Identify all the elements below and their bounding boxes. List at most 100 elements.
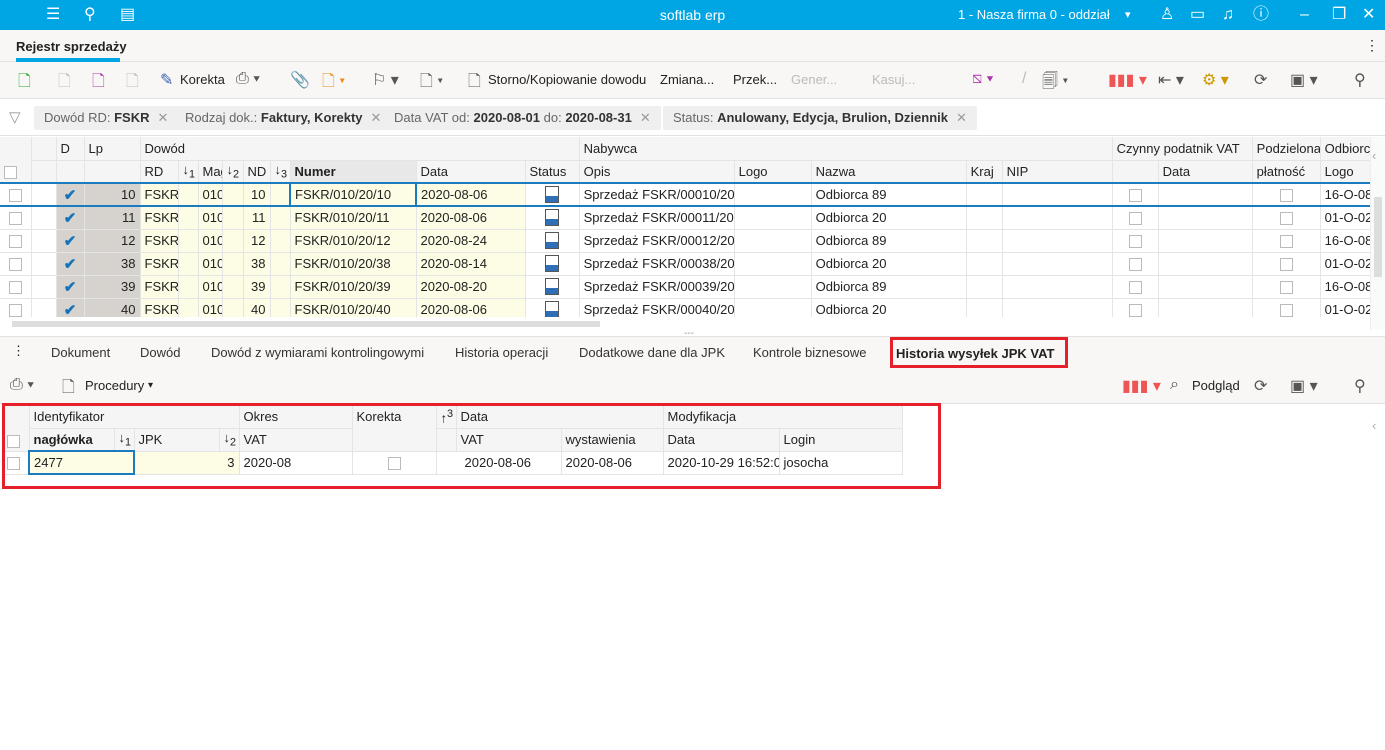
cell-podzielona[interactable] xyxy=(1252,182,1321,207)
header-czynny-data[interactable]: Data xyxy=(1158,160,1253,184)
czynny-checkbox[interactable] xyxy=(1128,189,1142,203)
table-row[interactable]: ✔12FSKR01012FSKR/010/20/122020-08-24Sprz… xyxy=(0,229,1370,253)
cell-odbiorca-logo[interactable]: 16-O-08 xyxy=(1320,275,1370,299)
cell-rd[interactable]: FSKR xyxy=(140,252,179,276)
cell-opis[interactable]: Sprzedaż FSKR/00039/20 xyxy=(579,275,735,299)
cell-mag[interactable]: 010 xyxy=(198,182,223,207)
tab-historia-operacji[interactable]: Historia operacji xyxy=(455,345,548,360)
info-document-icon[interactable]: 🗋 xyxy=(92,70,105,97)
attachment-icon[interactable]: 📎 xyxy=(290,70,310,90)
cell-czynny-data[interactable] xyxy=(1158,182,1253,207)
row-checkbox[interactable] xyxy=(8,189,22,203)
check-icon[interactable]: ✔ xyxy=(64,210,77,227)
podzielona-checkbox[interactable] xyxy=(1279,212,1293,226)
collapse-panel-icon[interactable]: ‹ xyxy=(1372,418,1376,433)
storno-button[interactable]: Storno/Kopiowanie dowodu xyxy=(488,72,646,87)
cell-sort[interactable] xyxy=(178,275,199,299)
cell-podzielona[interactable] xyxy=(1252,206,1321,230)
cell-opis[interactable]: Sprzedaż FSKR/00011/20 xyxy=(579,206,735,230)
cell-nd[interactable]: 40 xyxy=(243,298,271,317)
cell-nazwa[interactable]: Odbiorca 20 xyxy=(811,252,967,276)
cell-lp[interactable]: 38 xyxy=(84,252,141,276)
cell-kraj[interactable] xyxy=(966,182,1003,207)
more-icon[interactable]: ⋮ xyxy=(12,343,25,359)
table-row[interactable]: ✔39FSKR01039FSKR/010/20/392020-08-20Sprz… xyxy=(0,275,1370,299)
header-status[interactable]: Status xyxy=(525,160,580,184)
czynny-checkbox[interactable] xyxy=(1128,304,1142,317)
cell-czynny-data[interactable] xyxy=(1158,275,1253,299)
cell-nip[interactable] xyxy=(1002,252,1113,276)
filter-chip-data-vat[interactable]: Data VAT od: 2020-08-01 do: 2020-08-31 ✕ xyxy=(384,106,661,130)
cell-podzielona[interactable] xyxy=(1252,229,1321,253)
cell-lp[interactable]: 40 xyxy=(84,298,141,317)
cell-mag[interactable]: 010 xyxy=(198,229,223,253)
cell-numer[interactable]: FSKR/010/20/40 xyxy=(290,298,417,317)
cell-opis[interactable]: Sprzedaż FSKR/00038/20 xyxy=(579,252,735,276)
header-mag[interactable]: Mag xyxy=(198,160,223,184)
cell-d[interactable]: ✔ xyxy=(56,206,85,230)
cell-sort[interactable] xyxy=(270,252,291,276)
cell-empty[interactable] xyxy=(31,182,57,207)
chevron-down-icon[interactable]: ▾ xyxy=(1125,5,1131,25)
row-checkbox[interactable] xyxy=(8,304,22,317)
cell-czynny[interactable] xyxy=(1112,298,1159,317)
filter-chip-status[interactable]: Status: Anulowany, Edycja, Brulion, Dzie… xyxy=(663,106,977,130)
export-icon[interactable]: 🗐 ▾ xyxy=(1042,70,1068,97)
cell-sort[interactable] xyxy=(270,298,291,317)
header-nip[interactable]: NIP xyxy=(1002,160,1113,184)
cell-odbiorca-logo[interactable]: 01-O-02 xyxy=(1320,206,1370,230)
header-czynny-check[interactable] xyxy=(1112,160,1159,184)
document-bookmark-icon[interactable]: 🗋 ▾ xyxy=(322,70,345,97)
cell-lp[interactable]: 39 xyxy=(84,275,141,299)
przek-button[interactable]: Przek... xyxy=(733,72,777,87)
cell-numer[interactable]: FSKR/010/20/38 xyxy=(290,252,417,276)
cell-data[interactable]: 2020-08-20 xyxy=(416,275,526,299)
chat-icon[interactable]: ▭ xyxy=(1190,5,1205,25)
table-row[interactable]: ✔11FSKR01011FSKR/010/20/112020-08-06Sprz… xyxy=(0,206,1370,230)
cell-nazwa[interactable]: Odbiorca 20 xyxy=(811,206,967,230)
table-row[interactable]: ✔10FSKR01010FSKR/010/20/102020-08-06Sprz… xyxy=(0,182,1370,207)
bell-icon[interactable]: ♫ xyxy=(1222,5,1234,25)
tab-dodatkowe-dane-jpk[interactable]: Dodatkowe dane dla JPK xyxy=(579,345,725,360)
cell-lp[interactable]: 11 xyxy=(84,206,141,230)
cell-opis[interactable]: Sprzedaż FSKR/00012/20 xyxy=(579,229,735,253)
cell-d[interactable]: ✔ xyxy=(56,182,85,207)
refresh-icon[interactable]: ⟳ xyxy=(1254,70,1267,90)
cell-mag[interactable]: 010 xyxy=(198,275,223,299)
cell-empty[interactable] xyxy=(31,275,57,299)
tab-dokument[interactable]: Dokument xyxy=(51,345,110,360)
cell-numer[interactable]: FSKR/010/20/12 xyxy=(290,229,417,253)
cell-czynny-data[interactable] xyxy=(1158,252,1253,276)
check-icon[interactable]: ✔ xyxy=(64,233,77,250)
chevron-down-icon[interactable]: ▾ xyxy=(148,380,153,391)
cell-rd[interactable]: FSKR xyxy=(140,229,179,253)
row-checkbox[interactable] xyxy=(8,212,22,226)
cell-sort[interactable] xyxy=(222,229,244,253)
table-row[interactable]: ✔38FSKR01038FSKR/010/20/382020-08-14Sprz… xyxy=(0,252,1370,276)
table-row[interactable]: ✔40FSKR01040FSKR/010/20/402020-08-06Sprz… xyxy=(0,298,1370,317)
cell-rd[interactable]: FSKR xyxy=(140,298,179,317)
header-lp[interactable]: Lp xyxy=(84,137,141,161)
cell-podzielona[interactable] xyxy=(1252,298,1321,317)
cell-numer[interactable]: FSKR/010/20/10 xyxy=(289,182,417,207)
cell-nip[interactable] xyxy=(1002,298,1113,317)
cell-rd[interactable]: FSKR xyxy=(140,275,179,299)
cell-czynny[interactable] xyxy=(1112,252,1159,276)
cell-nazwa[interactable]: Odbiorca 89 xyxy=(811,229,967,253)
cell-d[interactable]: ✔ xyxy=(56,229,85,253)
cell-logo[interactable] xyxy=(734,206,812,230)
cell-czynny[interactable] xyxy=(1112,275,1159,299)
cell-czynny[interactable] xyxy=(1112,206,1159,230)
cell-status[interactable] xyxy=(525,252,580,276)
cell-sort[interactable] xyxy=(270,229,291,253)
cell-numer[interactable]: FSKR/010/20/39 xyxy=(290,275,417,299)
czynny-checkbox[interactable] xyxy=(1128,212,1142,226)
collapse-panel-icon[interactable]: ‹ xyxy=(1372,148,1376,163)
chart-icon[interactable]: ▮▮▮ ▾ xyxy=(1108,70,1147,90)
cell-czynny-data[interactable] xyxy=(1158,229,1253,253)
cell-status[interactable] xyxy=(525,182,580,207)
cell-status[interactable] xyxy=(525,298,580,317)
cell-nip[interactable] xyxy=(1002,206,1113,230)
cell-d[interactable]: ✔ xyxy=(56,275,85,299)
import-icon[interactable]: ⇤ ▾ xyxy=(1158,70,1184,90)
